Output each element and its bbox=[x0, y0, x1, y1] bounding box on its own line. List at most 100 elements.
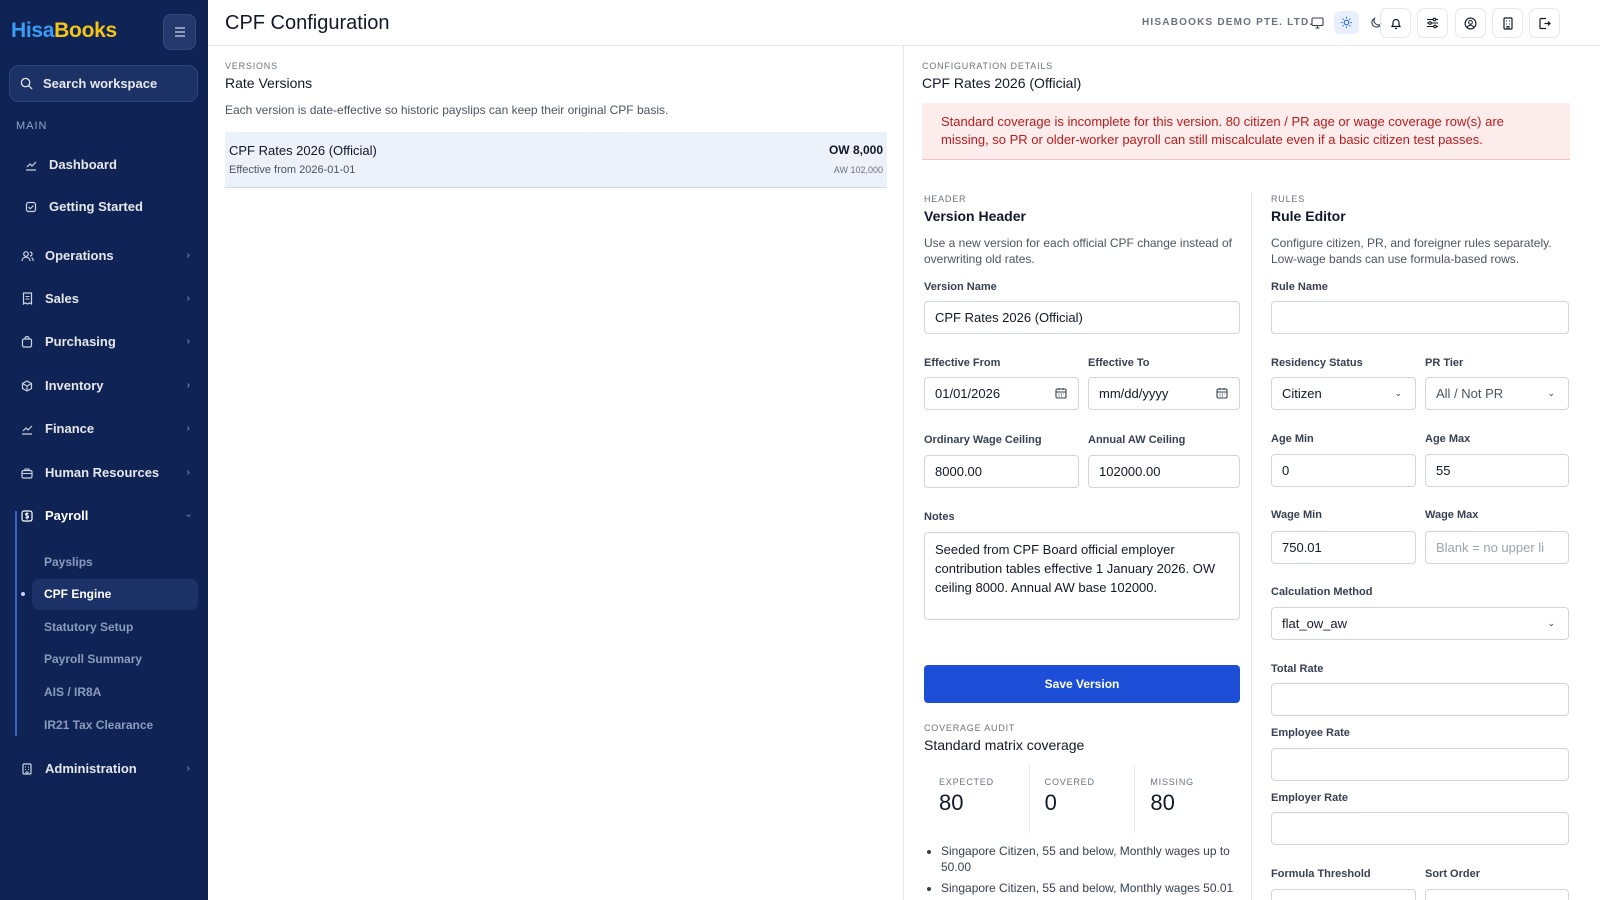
calc-method-select[interactable]: flat_ow_aw ⌄ bbox=[1271, 607, 1569, 640]
sidebar-toggle-button[interactable] bbox=[163, 14, 196, 50]
wage-min-input[interactable]: 750.01 bbox=[1271, 531, 1416, 564]
sidebar-item-purchasing[interactable]: Purchasing › bbox=[20, 334, 190, 349]
light-theme-button[interactable] bbox=[1334, 11, 1359, 34]
effective-to-input[interactable]: mm/dd/yyyy bbox=[1088, 377, 1240, 410]
ow-ceiling-label: Ordinary Wage Ceiling bbox=[924, 434, 1042, 446]
stat-expected: EXPECTED 80 bbox=[939, 777, 994, 815]
chevron-down-icon: ⌄ bbox=[1394, 388, 1402, 398]
effective-from-label: Effective From bbox=[924, 357, 1001, 369]
chevron-down-icon: › bbox=[182, 513, 194, 518]
version-aw-ceiling: AW 102,000 bbox=[833, 165, 883, 175]
box-icon bbox=[20, 379, 34, 393]
sidebar-item-getting-started[interactable]: Getting Started bbox=[24, 199, 194, 214]
config-eyebrow: CONFIGURATION DETAILS bbox=[922, 61, 1053, 71]
wage-max-input[interactable]: Blank = no upper li bbox=[1425, 531, 1569, 564]
age-max-label: Age Max bbox=[1425, 433, 1471, 445]
monitor-icon bbox=[1311, 16, 1324, 29]
version-name: CPF Rates 2026 (Official) bbox=[229, 143, 377, 158]
active-indicator-dot bbox=[21, 592, 25, 596]
sidebar-item-human-resources[interactable]: Human Resources › bbox=[20, 465, 190, 480]
sidebar-subitem-payroll-summary[interactable]: Payroll Summary bbox=[44, 652, 142, 666]
brand-logo[interactable]: HisaBooks bbox=[11, 19, 117, 43]
notifications-button[interactable] bbox=[1380, 8, 1411, 38]
users-icon bbox=[20, 249, 34, 263]
employer-rate-input[interactable] bbox=[1271, 812, 1569, 845]
building-icon bbox=[1502, 16, 1513, 30]
chevron-right-icon: › bbox=[186, 763, 190, 774]
logout-button[interactable] bbox=[1529, 8, 1560, 38]
age-max-input[interactable]: 55 bbox=[1425, 454, 1569, 487]
sidebar-item-sales[interactable]: Sales › bbox=[20, 291, 190, 306]
version-effective: Effective from 2026-01-01 bbox=[229, 164, 356, 176]
system-theme-button[interactable] bbox=[1305, 11, 1330, 34]
versions-title: Rate Versions bbox=[225, 75, 313, 91]
header-form-description: Use a new version for each official CPF … bbox=[924, 236, 1232, 266]
save-version-button[interactable]: Save Version bbox=[924, 665, 1240, 703]
chevron-right-icon: › bbox=[186, 250, 190, 261]
account-button[interactable] bbox=[1455, 8, 1486, 38]
notes-label: Notes bbox=[924, 511, 955, 523]
sidebar-item-finance[interactable]: Finance › bbox=[20, 421, 190, 436]
company-name: HISABOOKS DEMO PTE. LTD. bbox=[1142, 17, 1314, 28]
rules-description: Configure citizen, PR, and foreigner rul… bbox=[1271, 236, 1552, 266]
sidebar-item-payroll[interactable]: Payroll › bbox=[20, 508, 194, 523]
version-ow-ceiling: OW 8,000 bbox=[828, 143, 883, 157]
receipt-icon bbox=[20, 292, 34, 306]
effective-from-input[interactable]: 01/01/2026 bbox=[924, 377, 1079, 410]
search-workspace[interactable]: Search workspace bbox=[9, 65, 198, 102]
briefcase-icon bbox=[20, 466, 34, 480]
coverage-stats: EXPECTED 80 COVERED 0 MISSING 80 bbox=[924, 765, 1240, 833]
column-divider bbox=[1251, 192, 1252, 900]
sidebar-subitem-payslips[interactable]: Payslips bbox=[44, 555, 93, 569]
search-placeholder: Search workspace bbox=[43, 76, 158, 91]
calc-method-label: Calculation Method bbox=[1271, 586, 1373, 598]
sidebar-subitem-cpf-engine[interactable]: CPF Engine bbox=[32, 579, 198, 610]
pr-tier-select[interactable]: All / Not PR ⌄ bbox=[1425, 377, 1569, 410]
sidebar-item-inventory[interactable]: Inventory › bbox=[20, 378, 190, 393]
rule-name-input[interactable] bbox=[1271, 301, 1569, 334]
age-min-label: Age Min bbox=[1271, 433, 1314, 445]
total-rate-input[interactable] bbox=[1271, 683, 1569, 716]
ow-ceiling-input[interactable]: 8000.00 bbox=[924, 455, 1079, 488]
rules-title: Rule Editor bbox=[1271, 208, 1346, 224]
wage-min-label: Wage Min bbox=[1271, 509, 1322, 521]
sidebar-item-operations[interactable]: Operations › bbox=[20, 248, 190, 263]
sidebar: HisaBooks Search workspace MAIN Dashboar… bbox=[0, 0, 208, 900]
notes-textarea[interactable]: Seeded from CPF Board official employer … bbox=[924, 532, 1240, 620]
payroll-icon bbox=[20, 509, 34, 523]
sun-icon bbox=[1340, 16, 1353, 29]
trend-icon bbox=[20, 422, 34, 436]
sidebar-item-administration[interactable]: Administration › bbox=[20, 761, 190, 776]
stat-missing: MISSING 80 bbox=[1134, 765, 1240, 833]
calendar-icon[interactable] bbox=[1216, 387, 1228, 402]
preferences-button[interactable] bbox=[1417, 8, 1448, 38]
employee-rate-input[interactable] bbox=[1271, 748, 1569, 781]
age-min-input[interactable]: 0 bbox=[1271, 454, 1416, 487]
employee-rate-label: Employee Rate bbox=[1271, 727, 1350, 739]
building-icon bbox=[20, 762, 34, 776]
calendar-icon[interactable] bbox=[1055, 387, 1067, 402]
sort-order-input[interactable] bbox=[1425, 889, 1569, 900]
sidebar-subitem-ais-ir8a[interactable]: AIS / IR8A bbox=[44, 685, 101, 699]
logout-icon bbox=[1539, 17, 1551, 29]
sidebar-subitem-statutory-setup[interactable]: Statutory Setup bbox=[44, 620, 133, 634]
aw-ceiling-input[interactable]: 102000.00 bbox=[1088, 455, 1240, 488]
wage-max-label: Wage Max bbox=[1425, 509, 1479, 521]
sidebar-item-dashboard[interactable]: Dashboard bbox=[24, 157, 194, 172]
theme-switcher bbox=[1305, 11, 1388, 34]
chevron-right-icon: › bbox=[186, 467, 190, 478]
version-row[interactable]: CPF Rates 2026 (Official) Effective from… bbox=[225, 132, 887, 188]
sidebar-subitem-ir21[interactable]: IR21 Tax Clearance bbox=[44, 718, 153, 732]
versions-panel: VERSIONS Rate Versions Each version is d… bbox=[208, 46, 904, 900]
configuration-panel: CONFIGURATION DETAILS CPF Rates 2026 (Of… bbox=[905, 46, 1600, 900]
payroll-submenu-rail bbox=[15, 511, 17, 736]
versions-eyebrow: VERSIONS bbox=[225, 61, 278, 71]
chevron-right-icon: › bbox=[186, 380, 190, 391]
version-name-input[interactable]: CPF Rates 2026 (Official) bbox=[924, 301, 1240, 334]
chart-line-icon bbox=[24, 158, 38, 172]
company-switch-button[interactable] bbox=[1492, 8, 1523, 38]
residency-select[interactable]: Citizen ⌄ bbox=[1271, 377, 1416, 410]
coverage-title: Standard matrix coverage bbox=[924, 737, 1085, 753]
formula-threshold-input[interactable] bbox=[1271, 889, 1416, 900]
missing-coverage-list: Singapore Citizen, 55 and below, Monthly… bbox=[924, 843, 1244, 900]
